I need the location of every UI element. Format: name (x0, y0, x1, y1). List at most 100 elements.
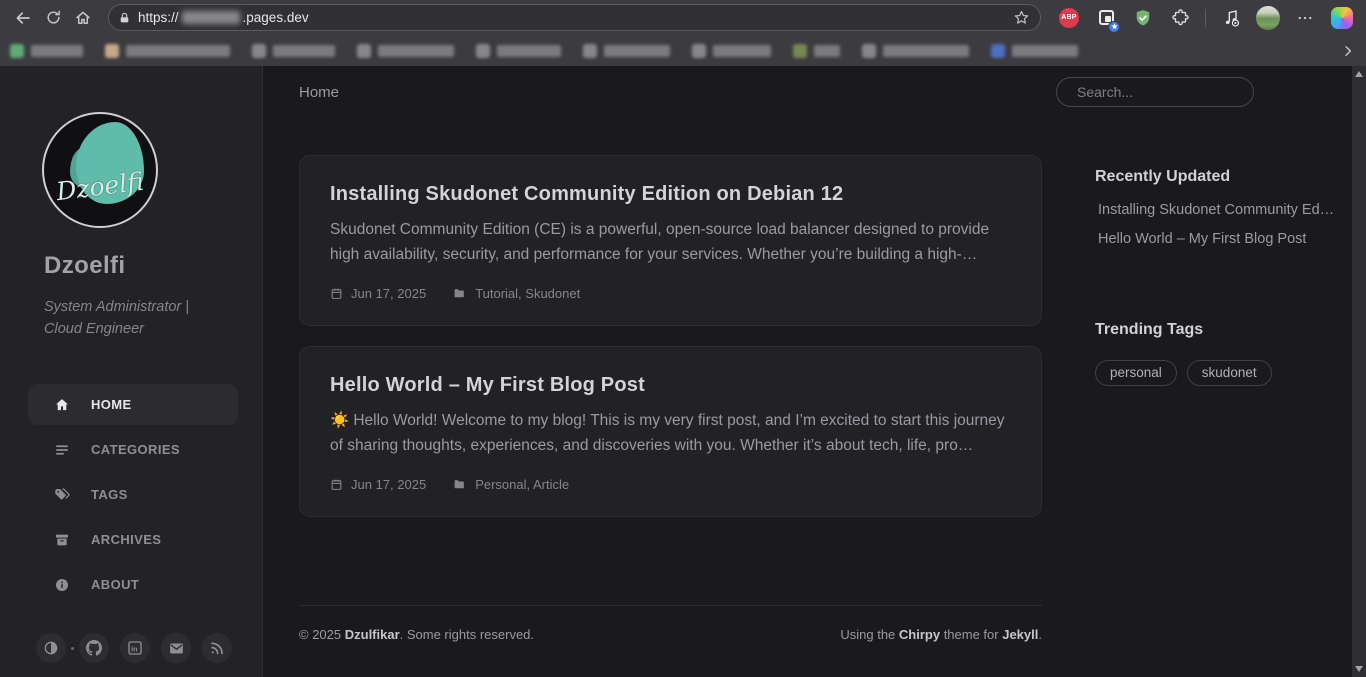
sidebar-item-label: TAGS (91, 487, 128, 502)
post-card[interactable]: Hello World – My First Blog Post ☀️Hello… (299, 346, 1042, 517)
split-screen-extension[interactable] (1094, 6, 1118, 30)
more-dots-icon (1296, 9, 1314, 27)
github-link[interactable] (79, 633, 109, 663)
refresh-button[interactable] (38, 4, 68, 32)
linkedin-icon: in (127, 640, 143, 656)
puzzle-icon (1171, 8, 1190, 27)
adguard-extension[interactable] (1131, 6, 1155, 30)
tag-pill[interactable]: skudonet (1187, 360, 1272, 386)
sidebar-item-tags[interactable]: TAGS (28, 474, 238, 515)
trending-tags-title: Trending Tags (1095, 321, 1345, 339)
rss-icon (209, 640, 225, 656)
bookmark-item[interactable] (692, 44, 771, 58)
post-date: Jun 17, 2025 (330, 286, 426, 301)
refresh-icon (45, 9, 62, 26)
bookmark-item[interactable] (583, 44, 670, 58)
envelope-icon (168, 640, 185, 657)
browser-menu-button[interactable] (1293, 6, 1317, 30)
theme-credit-text: Using the Chirpy theme for Jekyll. (840, 627, 1042, 642)
recently-updated-title: Recently Updated (1095, 168, 1345, 186)
sidebar-item-label: CATEGORIES (91, 442, 180, 457)
post-categories: Tutorial, Skudonet (452, 286, 580, 301)
linkedin-link[interactable]: in (120, 633, 150, 663)
info-icon (54, 577, 70, 593)
avatar[interactable]: Dzoelfi (42, 112, 158, 228)
sidebar-item-label: ARCHIVES (91, 532, 161, 547)
search-box[interactable] (1056, 77, 1254, 107)
access-panel: Recently Updated Installing Skudonet Com… (1095, 155, 1345, 642)
chirpy-link[interactable]: Chirpy (899, 627, 940, 642)
post-card[interactable]: Installing Skudonet Community Edition on… (299, 155, 1042, 326)
home-button[interactable] (68, 4, 98, 32)
jekyll-link[interactable]: Jekyll (1002, 627, 1038, 642)
browser-window: https://.pages.dev ABP (0, 0, 1366, 677)
bookmark-star-icon[interactable] (1013, 9, 1030, 26)
bookmark-item[interactable] (991, 44, 1078, 58)
github-icon (86, 640, 102, 656)
main-content: Home Installing Skudonet Community Editi… (263, 66, 1352, 677)
media-extension[interactable] (1219, 6, 1243, 30)
site-title[interactable]: Dzoelfi (44, 252, 262, 280)
home-icon (54, 397, 70, 413)
bookmark-item[interactable] (476, 44, 561, 58)
copilot-icon (1331, 7, 1353, 29)
back-button[interactable] (8, 4, 38, 32)
post-title: Hello World – My First Blog Post (330, 374, 1011, 397)
bookmark-item[interactable] (10, 44, 83, 58)
address-bar[interactable]: https://.pages.dev (108, 4, 1041, 31)
copilot-button[interactable] (1330, 6, 1354, 30)
bookmark-item[interactable] (105, 44, 230, 58)
sidebar-item-categories[interactable]: CATEGORIES (28, 429, 238, 470)
tags-icon (54, 487, 70, 503)
bookmark-item[interactable] (862, 44, 969, 58)
theme-toggle-button[interactable] (36, 633, 66, 663)
post-date: Jun 17, 2025 (330, 477, 426, 492)
calendar-icon (330, 478, 343, 491)
content-columns: Installing Skudonet Community Edition on… (299, 155, 1352, 642)
tag-pill[interactable]: personal (1095, 360, 1177, 386)
recent-post-link[interactable]: Installing Skudonet Community Ed… (1098, 202, 1345, 218)
page-viewport: Dzoelfi Dzoelfi System Administrator | C… (0, 66, 1366, 677)
recently-updated-section: Recently Updated Installing Skudonet Com… (1095, 168, 1345, 247)
back-icon (14, 9, 32, 27)
lock-icon (118, 11, 131, 25)
shield-check-icon (1133, 8, 1153, 28)
sidebar-item-home[interactable]: HOME (28, 384, 238, 425)
content-topbar: Home (299, 66, 1352, 144)
bookmark-item[interactable] (793, 44, 840, 58)
post-excerpt: Skudonet Community Edition (CE) is a pow… (330, 217, 1011, 267)
profile-button[interactable] (1256, 6, 1280, 30)
abp-icon: ABP (1059, 8, 1079, 28)
copyright-text: © 2025 Dzulfikar. Some rights reserved. (299, 627, 534, 642)
recent-post-link[interactable]: Hello World – My First Blog Post (1098, 231, 1345, 247)
rss-link[interactable] (202, 633, 232, 663)
email-link[interactable] (161, 633, 191, 663)
scroll-down-arrow[interactable] (1355, 666, 1363, 672)
toolbar-divider (1205, 9, 1206, 27)
breadcrumb: Home (299, 84, 339, 101)
blog-sidebar: Dzoelfi Dzoelfi System Administrator | C… (0, 66, 263, 677)
home-icon (74, 9, 92, 27)
star-badge-icon (1108, 21, 1120, 33)
sidebar-item-label: HOME (91, 397, 132, 412)
bookmarks-overflow-button[interactable] (1340, 43, 1356, 59)
page-scrollbar[interactable] (1352, 66, 1366, 677)
extensions-area: ABP (1053, 6, 1358, 30)
bookmark-item[interactable] (252, 44, 335, 58)
sidebar-item-about[interactable]: ABOUT (28, 564, 238, 605)
sun-emoji: ☀️ (330, 412, 349, 429)
extensions-menu-button[interactable] (1168, 6, 1192, 30)
adblock-plus-extension[interactable]: ABP (1057, 6, 1081, 30)
bookmark-item[interactable] (357, 44, 454, 58)
separator-dot (71, 647, 74, 650)
archive-icon (54, 532, 70, 548)
chevron-right-icon (1340, 43, 1356, 59)
scroll-up-arrow[interactable] (1355, 71, 1363, 77)
sidebar-item-label: ABOUT (91, 577, 139, 592)
browser-toolbar: https://.pages.dev ABP (0, 0, 1366, 35)
list-icon (54, 442, 70, 458)
search-input[interactable] (1077, 84, 1258, 100)
post-categories: Personal, Article (452, 477, 569, 492)
author-link[interactable]: Dzulfikar (345, 627, 400, 642)
sidebar-item-archives[interactable]: ARCHIVES (28, 519, 238, 560)
